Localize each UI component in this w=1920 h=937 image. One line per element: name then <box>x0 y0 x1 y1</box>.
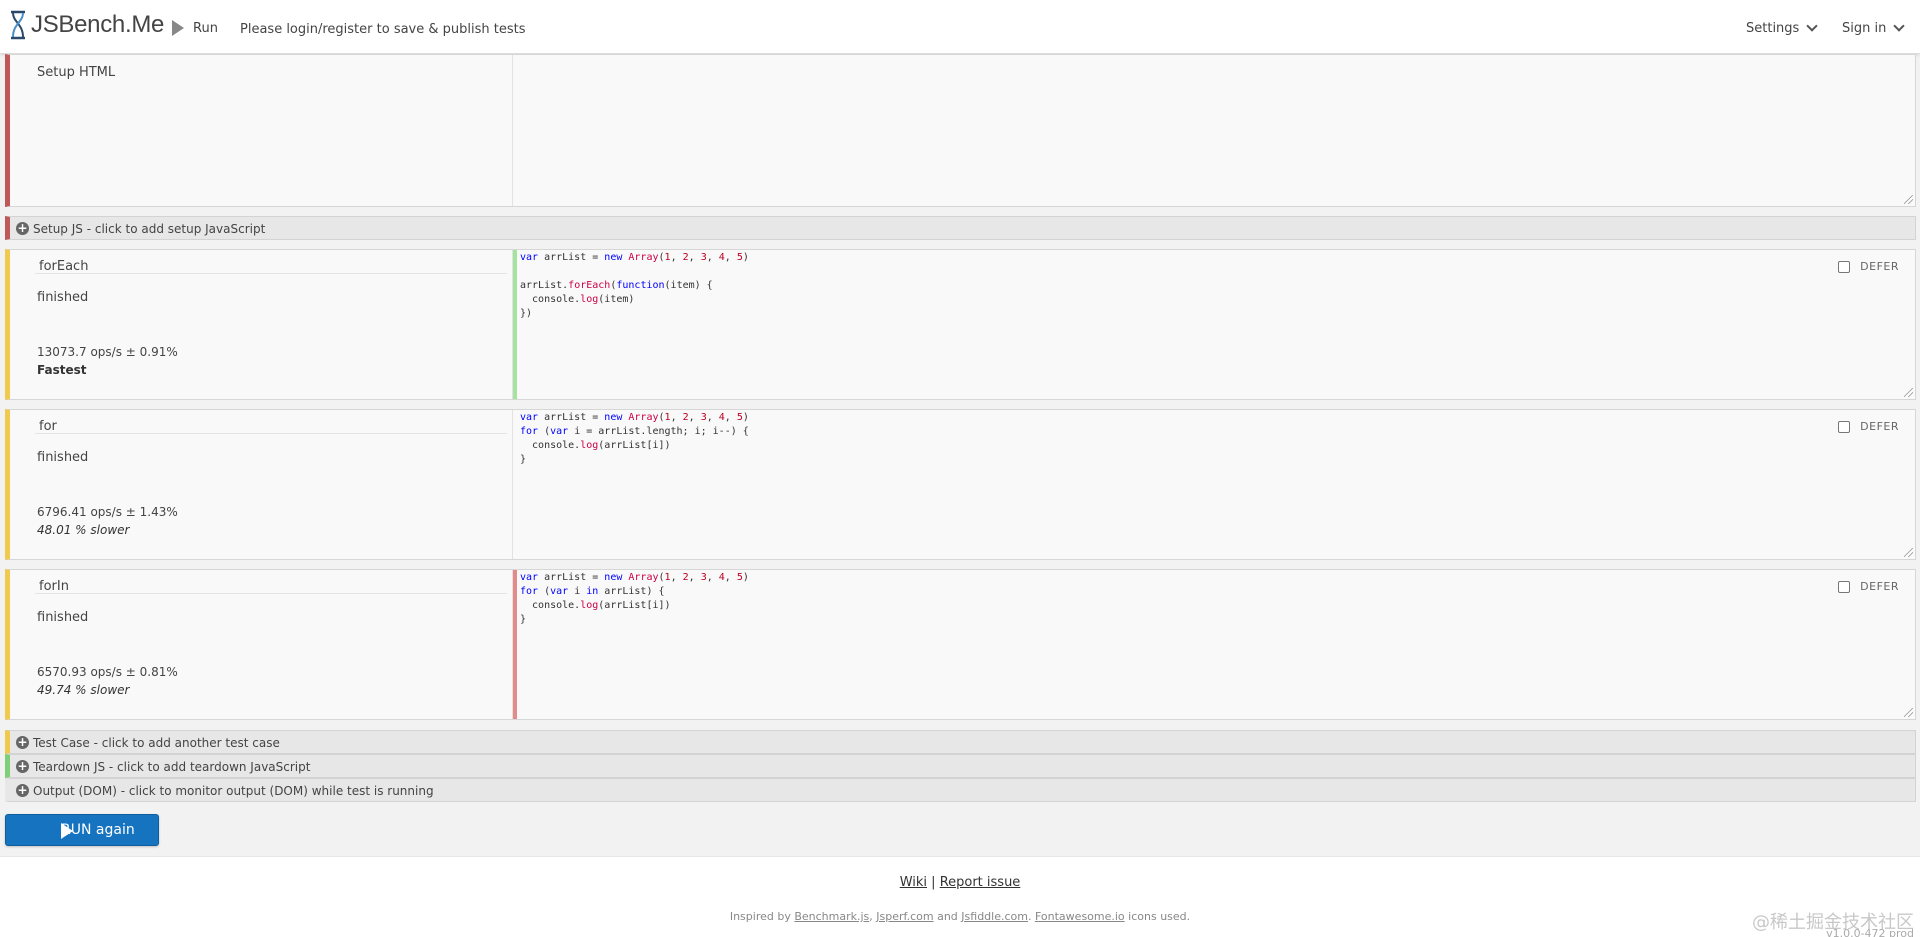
plus-circle-icon: + <box>16 759 29 773</box>
defer-toggle[interactable]: DEFER <box>1838 420 1899 433</box>
add-test-case-label: Test Case - click to add another test ca… <box>33 735 280 750</box>
test-status: finished <box>37 450 89 465</box>
footer-links: Wiki | Report issue <box>0 875 1920 890</box>
top-navbar: JSBench.Me Run Please login/register to … <box>0 0 1920 54</box>
defer-checkbox[interactable] <box>1838 420 1851 433</box>
defer-toggle[interactable]: DEFER <box>1838 260 1899 273</box>
test-code-editor[interactable]: var arrList = new Array(1, 2, 3, 4, 5) f… <box>513 410 1915 559</box>
test-case-panel: forIn finished 6570.93 ops/s ± 0.81% 49.… <box>5 569 1916 720</box>
fontawesome-link[interactable]: Fontawesome.io <box>1035 910 1125 923</box>
run-again-button[interactable]: RUN again <box>5 814 159 846</box>
test-case-name-input[interactable]: forEach <box>35 252 507 274</box>
inspired-by-text: Inspired by <box>729 910 791 923</box>
test-rank: 48.01 % slower <box>37 523 130 537</box>
test-case-sidebar: for finished 6796.41 ops/s ± 1.43% 48.01… <box>10 410 513 559</box>
plus-circle-icon: + <box>16 783 29 797</box>
brand-logo[interactable]: JSBench.Me <box>8 10 164 40</box>
defer-label: DEFER <box>1860 420 1899 433</box>
defer-checkbox[interactable] <box>1838 260 1851 273</box>
plus-circle-icon: + <box>16 221 29 235</box>
header-run-button[interactable]: Run <box>172 20 218 36</box>
plus-circle-icon: + <box>16 735 29 749</box>
signin-label: Sign in <box>1842 21 1887 36</box>
footer-credits: Inspired by Benchmark.js, Jsperf.com and… <box>729 910 1191 923</box>
setup-html-sidebar: Setup HTML <box>10 55 513 206</box>
header-run-label: Run <box>193 20 218 36</box>
test-status: finished <box>37 290 89 305</box>
add-test-case-bar[interactable]: + Test Case - click to add another test … <box>5 730 1916 754</box>
defer-label: DEFER <box>1860 580 1899 593</box>
output-dom-label: Output (DOM) - click to monitor output (… <box>33 783 434 798</box>
signin-dropdown[interactable]: Sign in <box>1842 20 1906 36</box>
test-case-sidebar: forIn finished 6570.93 ops/s ± 0.81% 49.… <box>10 570 513 719</box>
play-icon <box>61 823 73 839</box>
resize-handle[interactable] <box>1904 195 1913 204</box>
brand-name: JSBench.Me <box>31 11 165 38</box>
setup-html-editor[interactable] <box>513 55 1915 206</box>
test-rank: Fastest <box>37 363 87 377</box>
test-case-name-input[interactable]: forIn <box>35 572 507 594</box>
resize-handle[interactable] <box>1904 388 1913 397</box>
footer-separator: | <box>931 875 936 890</box>
test-case-panel: forEach finished 13073.7 ops/s ± 0.91% F… <box>5 249 1916 400</box>
icons-used-text: icons used. <box>1128 910 1191 923</box>
jsperf-link[interactable]: Jsperf.com <box>876 910 933 923</box>
setup-html-label: Setup HTML <box>37 65 116 80</box>
test-case-sidebar: forEach finished 13073.7 ops/s ± 0.91% F… <box>10 250 513 399</box>
version-label: v1.0.0-472 prod <box>1826 927 1914 937</box>
login-message: Please login/register to save & publish … <box>240 22 526 37</box>
and-text: and <box>937 910 958 923</box>
test-case-name-input[interactable]: for <box>35 412 507 434</box>
setup-html-panel: Setup HTML <box>5 54 1916 207</box>
teardown-js-label: Teardown JS - click to add teardown Java… <box>33 759 311 774</box>
benchmarkjs-link[interactable]: Benchmark.js <box>794 910 869 923</box>
test-rank: 49.74 % slower <box>37 683 130 697</box>
setup-js-label: Setup JS - click to add setup JavaScript <box>33 221 266 236</box>
teardown-js-bar[interactable]: + Teardown JS - click to add teardown Ja… <box>5 754 1916 778</box>
output-dom-bar[interactable]: + Output (DOM) - click to monitor output… <box>5 778 1916 802</box>
hourglass-logo-icon <box>11 10 25 40</box>
test-code-editor[interactable]: var arrList = new Array(1, 2, 3, 4, 5) f… <box>513 570 1915 719</box>
defer-toggle[interactable]: DEFER <box>1838 580 1899 593</box>
report-issue-link[interactable]: Report issue <box>940 875 1021 890</box>
defer-label: DEFER <box>1860 260 1899 273</box>
test-status: finished <box>37 610 89 625</box>
footer: Wiki | Report issue Inspired by Benchmar… <box>0 856 1920 937</box>
wiki-link[interactable]: Wiki <box>900 875 927 890</box>
test-code-editor[interactable]: var arrList = new Array(1, 2, 3, 4, 5) a… <box>513 250 1915 399</box>
resize-handle[interactable] <box>1904 548 1913 557</box>
jsfiddle-link[interactable]: Jsfiddle.com <box>961 910 1028 923</box>
ops-per-second: 6570.93 ops/s ± 0.81% <box>37 665 178 679</box>
settings-label: Settings <box>1746 21 1800 36</box>
chevron-down-icon <box>1893 20 1906 32</box>
settings-dropdown[interactable]: Settings <box>1746 20 1818 36</box>
play-icon <box>172 20 184 36</box>
ops-per-second: 6796.41 ops/s ± 1.43% <box>37 505 178 519</box>
ops-per-second: 13073.7 ops/s ± 0.91% <box>37 345 178 359</box>
test-case-panel: for finished 6796.41 ops/s ± 1.43% 48.01… <box>5 409 1916 560</box>
setup-js-bar[interactable]: + Setup JS - click to add setup JavaScri… <box>5 216 1916 240</box>
chevron-down-icon <box>1806 20 1818 32</box>
defer-checkbox[interactable] <box>1838 580 1851 593</box>
resize-handle[interactable] <box>1904 708 1913 717</box>
